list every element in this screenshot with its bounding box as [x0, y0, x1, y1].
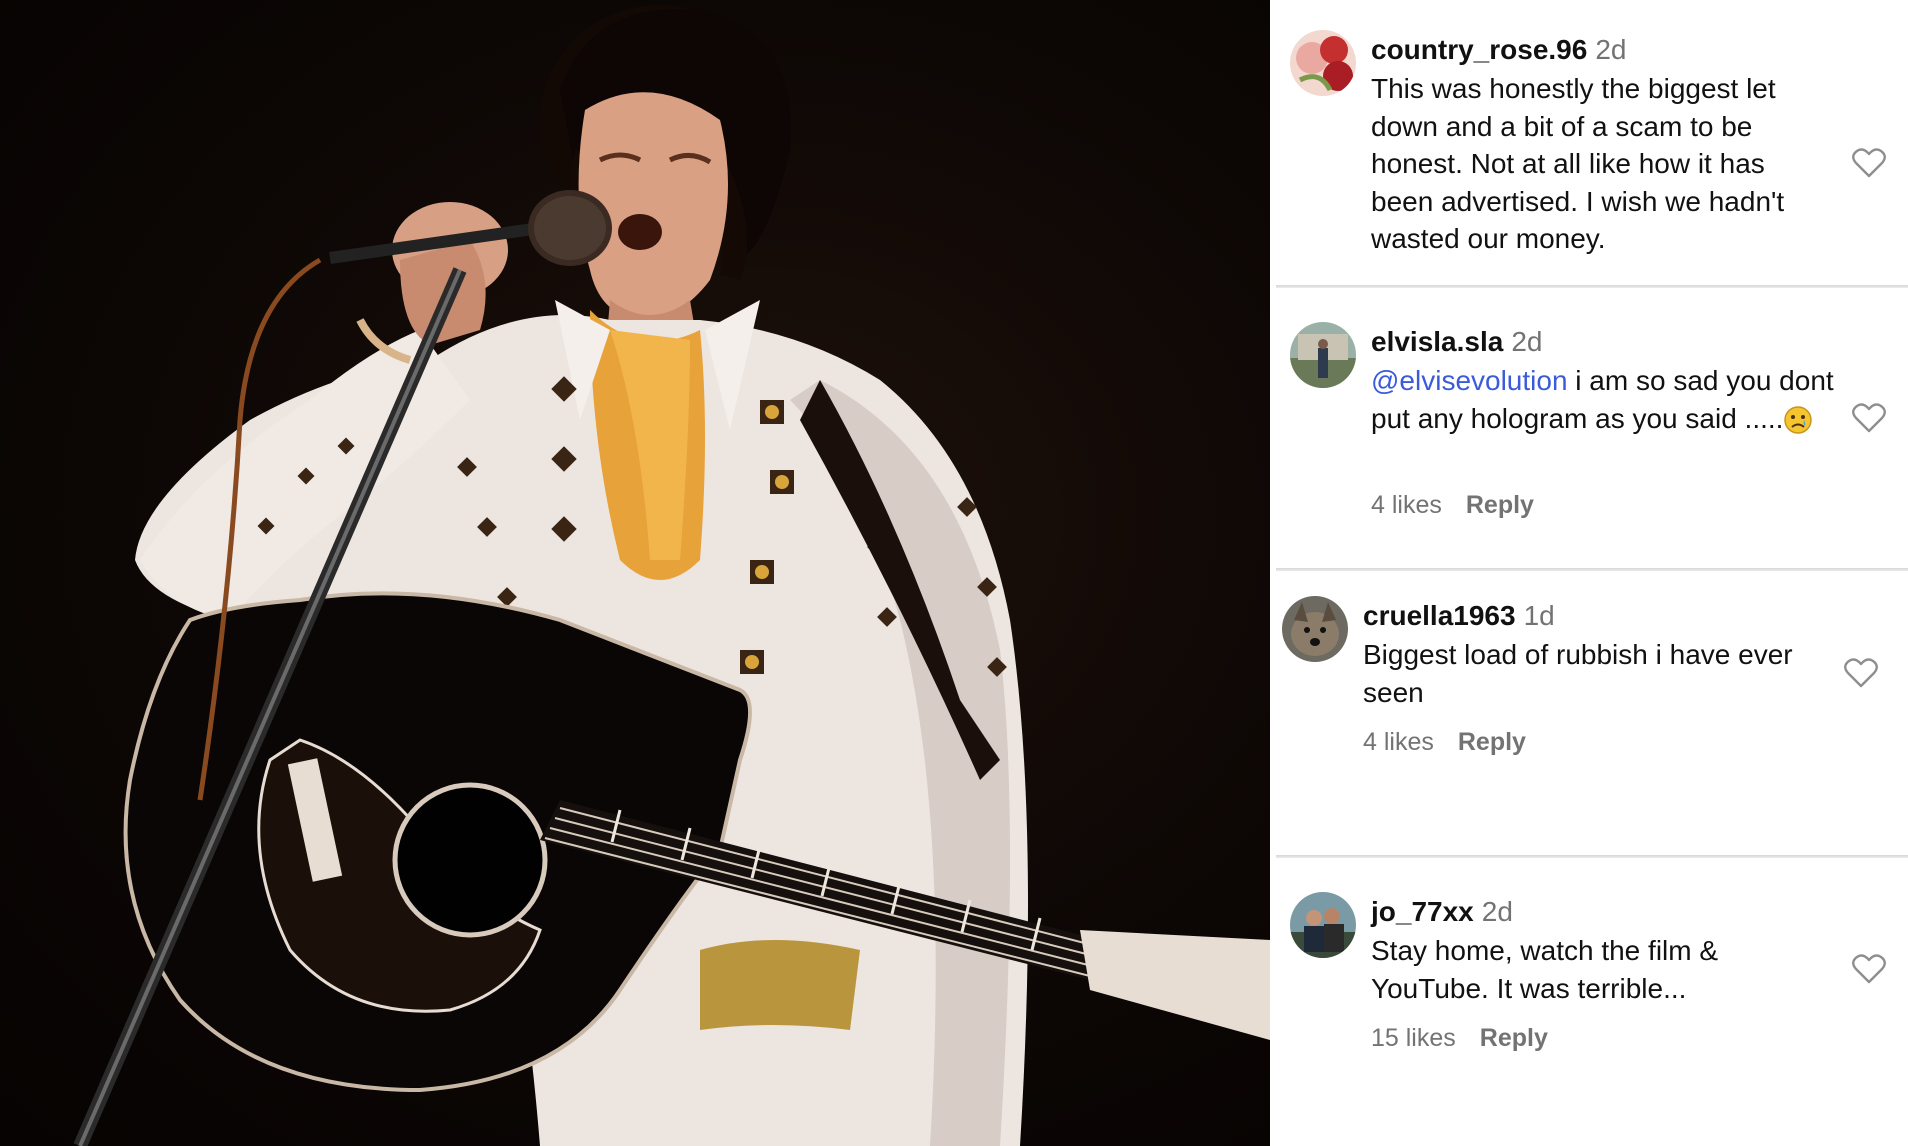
- like-heart-icon[interactable]: [1852, 148, 1886, 178]
- comment-header: elvisla.sla 2d: [1371, 324, 1543, 360]
- avatar-people-image: [1290, 892, 1356, 958]
- timestamp: 2d: [1511, 326, 1543, 357]
- avatar[interactable]: [1290, 30, 1356, 96]
- comment-text: This was honestly the biggest let down a…: [1371, 73, 1785, 254]
- username[interactable]: cruella1963: [1363, 600, 1516, 631]
- likes-count[interactable]: 4 likes: [1371, 491, 1442, 519]
- comment-meta: 4 likes Reply: [1363, 726, 1526, 758]
- comment-item: cruella1963 1d Biggest load of rubbish i …: [1270, 570, 1908, 858]
- mention-link[interactable]: @elvisevolution: [1371, 365, 1568, 396]
- timestamp: 2d: [1481, 896, 1513, 927]
- like-heart-icon[interactable]: [1852, 403, 1886, 433]
- screenshot-page: country_rose.96 2d This was honestly the …: [0, 0, 1908, 1146]
- comment-text: @elvisevolution i am so sad you dont put…: [1371, 362, 1841, 437]
- comment-meta: 15 likes Reply: [1371, 1022, 1548, 1054]
- comment-header: jo_77xx 2d: [1371, 894, 1513, 930]
- likes-count[interactable]: 4 likes: [1363, 728, 1434, 756]
- comment-header: country_rose.96 2d: [1371, 32, 1626, 68]
- comment-text: Biggest load of rubbish i have ever seen: [1363, 639, 1793, 708]
- comment-item: elvisla.sla 2d @elvisevolution i am so sa…: [1270, 288, 1908, 570]
- reply-button[interactable]: Reply: [1458, 728, 1526, 756]
- likes-count[interactable]: 15 likes: [1371, 1024, 1456, 1052]
- avatar-rose-image: [1290, 30, 1356, 96]
- like-heart-icon[interactable]: [1844, 658, 1878, 688]
- username[interactable]: jo_77xx: [1371, 896, 1474, 927]
- avatar[interactable]: [1290, 322, 1356, 388]
- like-heart-icon[interactable]: [1852, 954, 1886, 984]
- avatar-dog-image: [1282, 596, 1348, 662]
- comment-item: jo_77xx 2d Stay home, watch the film & Yo…: [1270, 858, 1908, 1146]
- comment-meta: 4 likes Reply: [1371, 489, 1534, 521]
- concert-photo: [0, 0, 1270, 1146]
- comments-panel: country_rose.96 2d This was honestly the …: [1270, 0, 1908, 1146]
- reply-button[interactable]: Reply: [1480, 1024, 1548, 1052]
- comment-item: country_rose.96 2d This was honestly the …: [1270, 0, 1908, 288]
- username[interactable]: country_rose.96: [1371, 34, 1587, 65]
- comment-text: Stay home, watch the film & YouTube. It …: [1371, 935, 1719, 1004]
- avatar[interactable]: [1290, 892, 1356, 958]
- timestamp: 1d: [1523, 600, 1555, 631]
- username[interactable]: elvisla.sla: [1371, 326, 1503, 357]
- comment-header: cruella1963 1d: [1363, 598, 1555, 634]
- reply-button[interactable]: Reply: [1466, 491, 1534, 519]
- timestamp: 2d: [1595, 34, 1627, 65]
- avatar-outdoor-image: [1290, 322, 1356, 388]
- performer-illustration: [73, 5, 1270, 1146]
- sad-face-emoji-icon: [1784, 406, 1813, 434]
- avatar[interactable]: [1282, 596, 1348, 662]
